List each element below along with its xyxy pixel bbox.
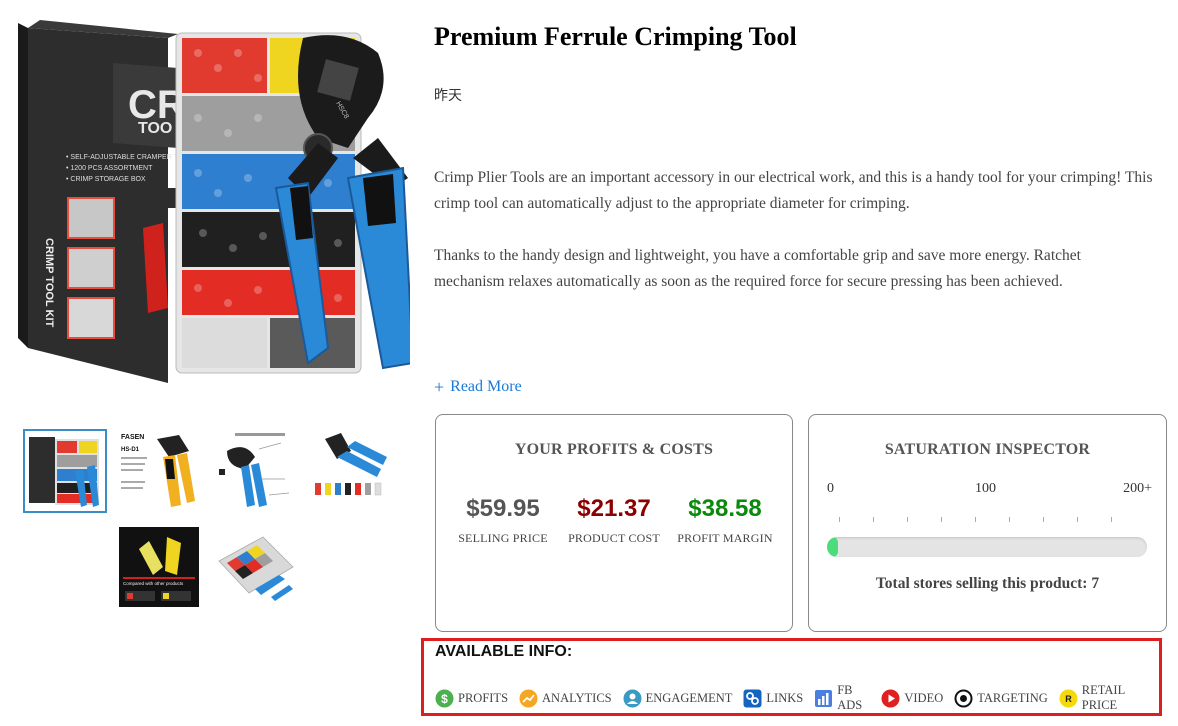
tick bbox=[941, 517, 942, 522]
engagement-icon bbox=[623, 689, 642, 708]
tick bbox=[873, 517, 874, 522]
info-item-label: ENGAGEMENT bbox=[645, 690, 733, 705]
svg-text:• 1200 PCS ASSORTMENT: • 1200 PCS ASSORTMENT bbox=[66, 165, 153, 172]
product-cost-label: PRODUCT COST bbox=[568, 531, 660, 545]
profits-costs-panel: YOUR PROFITS & COSTS $59.95 SELLING PRIC… bbox=[435, 414, 793, 632]
fb-ads-icon bbox=[814, 689, 833, 708]
available-info-list: $ PROFITS ANALYTICS ENGAGEMENT LINKS FB … bbox=[435, 683, 1159, 713]
thumbnail-4[interactable] bbox=[311, 429, 391, 509]
targeting-icon bbox=[954, 689, 973, 708]
plus-icon: + bbox=[434, 377, 445, 397]
available-info-title: AVAILABLE INFO: bbox=[435, 643, 573, 660]
thumbnail-2[interactable]: FASEN HS-D1 bbox=[119, 429, 199, 509]
info-item-targeting[interactable]: TARGETING bbox=[954, 689, 1048, 708]
info-item-label: RETAIL PRICE bbox=[1081, 683, 1125, 712]
svg-text:R: R bbox=[1065, 694, 1072, 704]
dollar-icon: $ bbox=[435, 689, 454, 708]
product-cost-value: $21.37 bbox=[577, 495, 651, 522]
svg-text:Compared with other products: Compared with other products bbox=[123, 581, 184, 586]
analytics-icon bbox=[519, 689, 538, 708]
info-item-video[interactable]: VIDEO bbox=[881, 689, 943, 708]
saturation-bar bbox=[827, 537, 1147, 557]
info-item-profits[interactable]: $ PROFITS bbox=[435, 689, 508, 708]
product-title: Premium Ferrule Crimping Tool bbox=[434, 22, 797, 51]
info-item-engagement[interactable]: ENGAGEMENT bbox=[623, 689, 733, 708]
profit-margin-label: PROFIT MARGIN bbox=[677, 531, 773, 545]
selling-price-metric: $59.95 SELLING PRICE bbox=[448, 495, 558, 546]
description-paragraph: Thanks to the handy design and lightweig… bbox=[434, 247, 1081, 290]
profit-margin-value: $38.58 bbox=[688, 495, 762, 522]
available-info-box: AVAILABLE INFO: $ PROFITS ANALYTICS ENGA… bbox=[421, 638, 1162, 716]
info-item-label: VIDEO bbox=[904, 690, 944, 705]
scale-max-label: 200+ bbox=[1123, 481, 1152, 496]
tick bbox=[975, 517, 976, 522]
svg-text:• CRIMP STORAGE BOX: • CRIMP STORAGE BOX bbox=[66, 176, 146, 183]
tick bbox=[1009, 517, 1010, 522]
saturation-scale: 0 100 200+ bbox=[827, 481, 1152, 501]
tick bbox=[1077, 517, 1078, 522]
links-icon bbox=[743, 689, 762, 708]
info-item-analytics[interactable]: ANALYTICS bbox=[519, 689, 612, 708]
scale-min-label: 0 bbox=[827, 481, 834, 496]
selling-price-label: SELLING PRICE bbox=[458, 531, 548, 545]
svg-text:CRIMP TOOL KIT: CRIMP TOOL KIT bbox=[43, 238, 55, 328]
profits-panel-title: YOUR PROFITS & COSTS bbox=[514, 441, 714, 458]
tick bbox=[1043, 517, 1044, 522]
product-date: 昨天 bbox=[434, 88, 462, 104]
saturation-inspector-panel: SATURATION INSPECTOR 0 100 200+ Total st… bbox=[808, 414, 1167, 632]
thumbnail-6[interactable] bbox=[215, 527, 295, 607]
thumbnail-5[interactable]: Compared with other products bbox=[119, 527, 199, 607]
saturation-bar-fill bbox=[827, 537, 839, 557]
main-product-image: CRI TOO • SELF-ADJUSTABLE CRAMPER TOOL •… bbox=[18, 8, 410, 400]
read-more-link[interactable]: + Read More bbox=[434, 378, 522, 396]
saturation-ticks bbox=[839, 517, 1136, 523]
svg-text:TOO: TOO bbox=[138, 120, 172, 137]
scale-mid-label: 100 bbox=[975, 481, 996, 496]
retail-price-icon: R bbox=[1059, 689, 1078, 708]
description-paragraph: Crimp Plier Tools are an important acces… bbox=[434, 169, 1153, 212]
tick bbox=[839, 517, 840, 522]
info-item-label: PROFITS bbox=[458, 690, 509, 705]
saturation-panel-title: SATURATION INSPECTOR bbox=[884, 441, 1091, 458]
video-icon bbox=[881, 689, 900, 708]
tick bbox=[907, 517, 908, 522]
thumbnail-1[interactable] bbox=[23, 429, 107, 513]
info-item-label: ANALYTICS bbox=[542, 690, 612, 705]
info-item-fb-ads[interactable]: FB ADS bbox=[814, 683, 870, 713]
svg-text:HS-D1: HS-D1 bbox=[121, 447, 140, 453]
info-item-label: LINKS bbox=[766, 690, 804, 705]
thumbnail-3[interactable] bbox=[215, 429, 295, 509]
total-stores-text: Total stores selling this product: 7 bbox=[875, 575, 1100, 592]
info-item-label: FB ADS bbox=[837, 683, 863, 712]
selling-price-value: $59.95 bbox=[466, 495, 540, 522]
product-cost-metric: $21.37 PRODUCT COST bbox=[559, 495, 669, 546]
info-item-label: TARGETING bbox=[977, 690, 1048, 705]
svg-text:FASEN: FASEN bbox=[121, 434, 144, 441]
info-item-links[interactable]: LINKS bbox=[743, 689, 803, 708]
tick bbox=[1111, 517, 1112, 522]
svg-text:$: $ bbox=[441, 692, 448, 706]
info-item-retail-price[interactable]: R RETAIL PRICE bbox=[1059, 683, 1148, 713]
svg-text:• SELF-ADJUSTABLE CRAMPER TOOL: • SELF-ADJUSTABLE CRAMPER TOOL bbox=[66, 154, 193, 161]
profit-margin-metric: $38.58 PROFIT MARGIN bbox=[670, 495, 780, 546]
read-more-label: Read More bbox=[450, 378, 522, 395]
product-description: Crimp Plier Tools are an important acces… bbox=[434, 165, 1154, 321]
